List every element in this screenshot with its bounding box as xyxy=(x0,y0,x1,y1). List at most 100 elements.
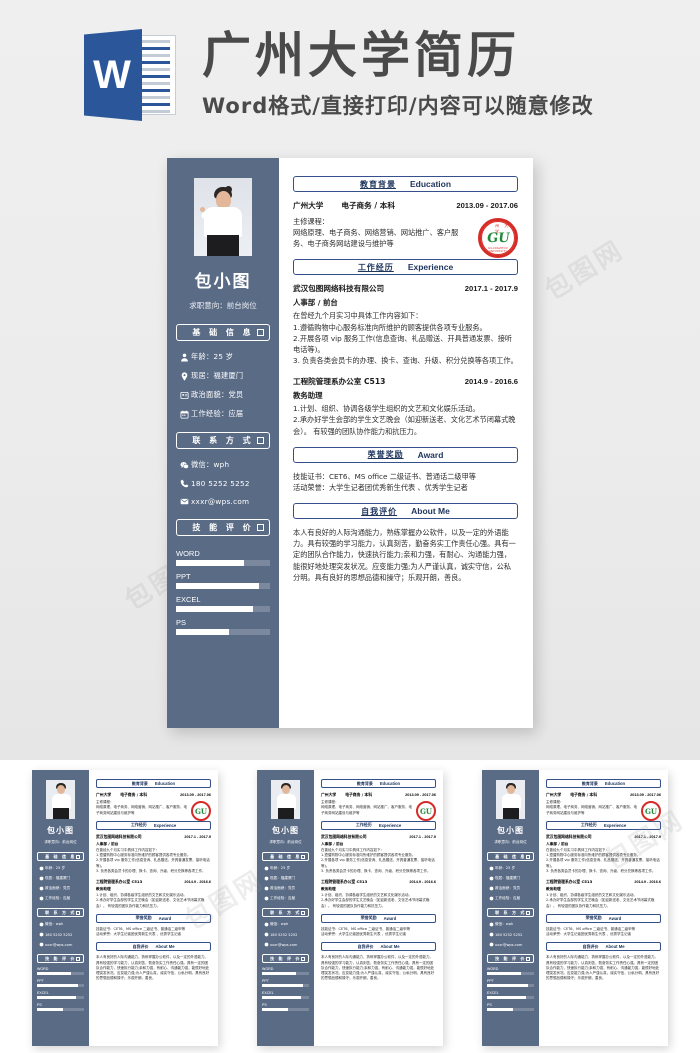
skill-item: PS xyxy=(262,1003,309,1011)
sidebar-section-basic-info: 基 础 信 息 xyxy=(176,324,270,341)
list-item-label: xxxr@wps.com xyxy=(45,942,73,947)
avatar xyxy=(271,780,300,819)
list-item-label: 政治面貌：党员 xyxy=(191,390,244,399)
user-icon xyxy=(178,353,191,362)
experience-dates: 2014.9 - 2016.6 xyxy=(464,377,518,387)
skill-item: WORD xyxy=(262,967,309,975)
banner-text-block: 广州大学简历 Word格式/直接打印/内容可以随意修改 xyxy=(202,29,594,120)
wechat-icon xyxy=(487,922,495,927)
thumb-section-skills: 技 能 评 价 xyxy=(262,954,309,963)
skill-fill xyxy=(176,629,229,635)
list-item-label: 年龄：25 岁 xyxy=(495,866,516,870)
education-dates: 2013.09 - 2017.06 xyxy=(405,793,436,797)
avatar xyxy=(46,780,75,819)
list-item-label: 工作经验：应届 xyxy=(191,409,244,418)
avatar xyxy=(194,178,252,256)
skill-label: WORD xyxy=(487,967,499,971)
skill-track xyxy=(262,996,309,999)
university-seal-icon: GU xyxy=(641,801,661,821)
skill-fill xyxy=(487,984,529,987)
section-label: 基 础 信 息 xyxy=(192,328,254,337)
thumbnail-strip: 包小图 求职意向：前台岗位基 础 信 息年龄：25 岁现居：福建厦门 政治面貌：党员… xyxy=(0,760,700,1053)
sidebar-section-skills: 技 能 评 价 xyxy=(176,519,270,536)
skill-item: WORD xyxy=(487,967,534,975)
skill-label: PS xyxy=(262,1003,267,1007)
skill-label: PPT xyxy=(262,979,269,983)
thumb-section-contact: 联 系 方 式 xyxy=(487,908,534,917)
skill-label: PS xyxy=(37,1003,42,1007)
list-item-label: 工作经验：应届 xyxy=(45,896,71,900)
skill-fill xyxy=(176,560,244,566)
skill-label: WORD xyxy=(262,967,274,971)
thumb-section-skills: 技 能 评 价 xyxy=(37,954,84,963)
job-role: 人事部 / 前台 xyxy=(96,841,119,846)
word-document-icon: W xyxy=(84,29,176,121)
section-header-education: 教育背景 Education xyxy=(96,779,211,788)
list-item: 年龄：25 岁 xyxy=(487,866,534,871)
list-item: 180 5252 5252 xyxy=(37,932,84,937)
section-title-en: Experience xyxy=(407,262,454,273)
experience-dates: 2017.1 - 2017.9 xyxy=(634,834,661,839)
experience-item: 工程院管理系办公室 C513 2014.9 - 2016.6 教务助理 1.计划、组织… xyxy=(546,879,661,909)
thumb-main: 教育背景 Education 广州大学 电子商务 / 本科 2013.09 - 2017… xyxy=(539,770,668,1046)
skill-track xyxy=(487,984,534,987)
job-role: 教务助理 xyxy=(293,391,323,401)
experience-dates: 2017.1 - 2017.9 xyxy=(409,834,436,839)
email-icon xyxy=(37,942,45,947)
resume-document[interactable]: 包小图 求职意向：前台岗位 基 础 信 息 年龄：25 岁 现居：福建厦门 政治… xyxy=(167,158,533,728)
skill-item: PPT xyxy=(37,979,84,987)
list-item: 政治面貌：党员 xyxy=(487,886,534,891)
resume-thumbnail[interactable]: 包小图 求职意向：前台岗位基 础 信 息年龄：25 岁现居：福建厦门 政治面貌：党员… xyxy=(482,770,668,1046)
thumb-section-basic-info: 基 础 信 息 xyxy=(262,852,309,861)
section-header-education: 教育背景 Education xyxy=(546,779,661,788)
job-intention: 求职意向：前台岗位 xyxy=(269,840,302,844)
resume-sidebar: 包小图 求职意向：前台岗位 基 础 信 息 年龄：25 岁 现居：福建厦门 政治… xyxy=(167,158,279,728)
list-item: 180 5252 5252 xyxy=(176,479,270,488)
list-item-label: 政治面貌：党员 xyxy=(45,886,71,890)
list-item: 微信：wph xyxy=(37,922,84,927)
section-header-education: 教育背景 Education xyxy=(293,176,518,192)
section-header-about: 自我评价 About Me xyxy=(321,942,436,952)
skill-item: PS xyxy=(487,1003,534,1011)
award-body: 技能证书：CET6、MS office 二级证书、普通话二级甲等 活动荣誉：大学生… xyxy=(546,927,661,938)
banner-header: W 广州大学简历 Word格式/直接打印/内容可以随意修改 xyxy=(0,0,700,150)
experience-header: 工程院管理系办公室 C513 2014.9 - 2016.6 xyxy=(293,376,518,387)
wechat-icon xyxy=(262,922,270,927)
list-item: 180 5252 5252 xyxy=(487,932,534,937)
location-pin-icon xyxy=(487,876,495,881)
section-label: 联 系 方 式 xyxy=(192,436,254,445)
watermark: 包图网 xyxy=(539,234,630,307)
skill-label: EXCEL xyxy=(176,595,201,604)
skill-item: EXCEL xyxy=(37,991,84,999)
experience-item: 武汉包图网络科技有限公司 2017.1 - 2017.9 人事部 / 前台 在曾经九个… xyxy=(321,834,436,874)
award-line: 活动荣誉：大学生记者团优秀新生代表 、优秀学生记者 xyxy=(293,482,468,492)
school-name: 广州大学 xyxy=(293,201,324,210)
list-item-label: 现居：福建厦门 xyxy=(191,371,244,380)
wechat-icon xyxy=(37,922,45,927)
resume-thumbnail[interactable]: 包小图 求职意向：前台岗位基 础 信 息年龄：25 岁现居：福建厦门 政治面貌：党员… xyxy=(32,770,218,1046)
job-duty: 2.承办好学生会部的学生文艺晚会（如迎新送老、文化艺术节闭幕式晚会）。 有较强的… xyxy=(321,898,430,908)
section-title-en: Education xyxy=(409,179,452,189)
word-letter: W xyxy=(93,53,131,97)
calendar-icon xyxy=(178,410,191,419)
page-root: W 广州大学简历 Word格式/直接打印/内容可以随意修改 包图网 包图网 包图… xyxy=(0,0,700,1053)
section-header-experience: 工作经历 Experience xyxy=(321,820,436,830)
phone-icon xyxy=(178,479,191,488)
contact-list: 微信：wph 180 5252 5252 xxxr@wps.com xyxy=(176,460,270,506)
square-icon xyxy=(257,329,264,336)
resume-thumbnail[interactable]: 包小图 求职意向：前台岗位基 础 信 息年龄：25 岁现居：福建厦门 政治面貌：党员… xyxy=(257,770,443,1046)
email-icon xyxy=(487,942,495,947)
company-name: 武汉包图网络科技有限公司 xyxy=(96,833,142,839)
skill-track xyxy=(487,972,534,975)
skill-fill xyxy=(37,972,71,975)
experience-dates: 2014.9 - 2016.6 xyxy=(184,880,211,884)
section-header-about: 自我评价 About Me xyxy=(546,942,661,952)
square-icon xyxy=(526,910,530,915)
thumb-sidebar: 包小图 求职意向：前台岗位基 础 信 息年龄：25 岁现居：福建厦门 政治面貌：党员… xyxy=(257,770,314,1046)
job-duty: 3. 负责各类会员卡的办理、换卡、查询、升级、积分兑换等各项工作。 xyxy=(546,868,656,873)
company-name: 工程院管理系办公室 C513 xyxy=(293,377,386,387)
list-item-label: 年龄：25 岁 xyxy=(270,866,291,870)
experience-header: 武汉包图网络科技有限公司 2017.1 - 2017.9 xyxy=(321,834,436,840)
seal-emblem: GU xyxy=(194,806,208,816)
skill-track xyxy=(176,606,270,612)
